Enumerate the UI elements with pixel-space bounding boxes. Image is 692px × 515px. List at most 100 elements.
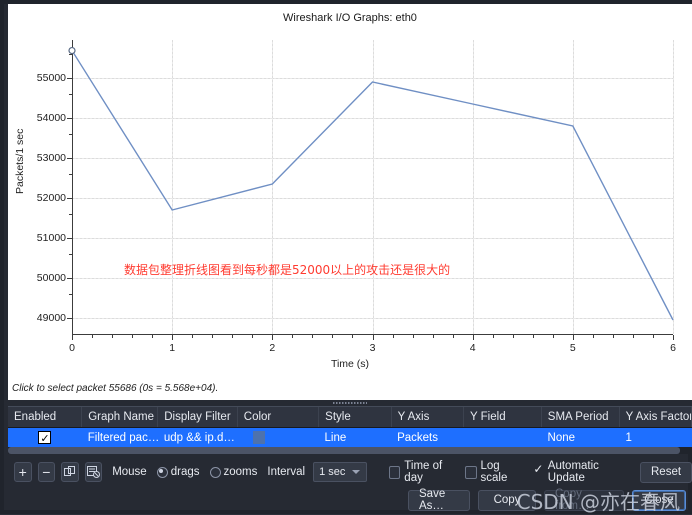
y-tick-label: 51000: [36, 232, 66, 244]
table-header-cell[interactable]: SMA Period: [542, 407, 620, 427]
x-tick-minor: [612, 335, 614, 338]
y-tick-label: 52000: [36, 192, 66, 204]
table-row[interactable]: Filtered pac…udp && ip.d… LinePackets None…: [8, 428, 692, 448]
automatic-update-label: Automatic Update: [547, 460, 599, 484]
interval-value: 1 sec: [319, 466, 346, 478]
chart-annotation: 数据包整理折线图看到每秒都是52000以上的攻击还是很大的: [124, 263, 451, 277]
checkbox-enabled-icon[interactable]: [38, 429, 52, 448]
cell-enabled[interactable]: [8, 428, 82, 448]
save-as-button[interactable]: Save As…: [408, 488, 470, 512]
log-scale-label: Log scale: [480, 460, 508, 484]
status-text: Click to select packet 55686 (0s = 5.568…: [12, 383, 219, 394]
grid-line-vertical: [572, 40, 574, 334]
x-tick: [472, 335, 474, 340]
time-of-day-checkbox[interactable]: Time of day: [388, 460, 455, 484]
x-tick-minor: [532, 335, 534, 338]
copy-button[interactable]: Copy: [478, 489, 536, 511]
table-header-cell[interactable]: Y Axis: [392, 407, 464, 427]
x-tick-minor: [152, 335, 154, 338]
checkbox-time-of-day-icon[interactable]: [388, 465, 401, 479]
x-tick-minor: [292, 335, 294, 338]
radio-drags-icon[interactable]: [156, 466, 168, 478]
duplicate-graph-icon[interactable]: [61, 462, 79, 482]
y-tick: [67, 318, 72, 319]
table-header-row: Enabled Graph Name Display Filter Color Styl…: [8, 406, 692, 428]
io-graphs-window: Wireshark I/O Graphs: eth0 49000 50000 510…: [0, 0, 692, 514]
table-header-cell[interactable]: Y Field: [464, 407, 542, 427]
color-swatch[interactable]: [253, 431, 266, 445]
y-tick-label: 55000: [36, 72, 66, 84]
x-tick-minor: [312, 335, 314, 338]
mouse-zooms-radio[interactable]: zooms: [200, 466, 257, 478]
x-tick-minor: [92, 335, 94, 338]
dialog-button-box: Save As… Copy Copy from… Close: [8, 486, 692, 514]
cell-sma-period[interactable]: None: [542, 428, 620, 448]
mouse-drags-radio[interactable]: drags: [147, 466, 200, 478]
x-tick-minor: [252, 335, 254, 338]
clear-graph-icon[interactable]: [84, 462, 103, 482]
remove-graph-button[interactable]: −: [37, 462, 56, 482]
cell-style[interactable]: Line: [319, 428, 392, 448]
table-horizontal-scrollbar[interactable]: [8, 447, 692, 454]
log-scale-checkbox[interactable]: Log scale: [465, 460, 522, 484]
table-header-cell[interactable]: Style: [319, 407, 392, 427]
x-tick: [372, 335, 374, 340]
time-of-day-label: Time of day: [404, 460, 443, 484]
automatic-update-checkbox[interactable]: Automatic Update: [532, 460, 626, 484]
table-header-cell[interactable]: Graph Name: [82, 407, 159, 427]
y-tick-minor: [69, 173, 72, 175]
x-tick-minor: [212, 335, 214, 338]
scrollbar-thumb[interactable]: [8, 447, 680, 454]
cell-color[interactable]: [238, 428, 319, 448]
radio-zooms-icon[interactable]: [209, 466, 221, 478]
x-tick-minor: [392, 335, 394, 338]
grid-line-vertical: [272, 40, 274, 334]
x-tick-minor: [412, 335, 414, 338]
x-tick-minor: [112, 335, 114, 338]
x-tick-minor: [192, 335, 194, 338]
y-axis-line: [72, 40, 73, 334]
y-tick-minor: [69, 253, 72, 255]
y-tick: [67, 278, 72, 279]
status-bar: Click to select packet 55686 (0s = 5.568…: [8, 380, 692, 400]
splitter-grip[interactable]: [333, 402, 367, 404]
table-header-cell[interactable]: Display Filter: [158, 407, 238, 427]
table-header-cell[interactable]: Color: [238, 407, 320, 427]
cell-y-axis[interactable]: Packets: [391, 428, 464, 448]
cell-y-axis-factor[interactable]: 1: [619, 428, 692, 448]
y-axis-title: Packets/1 sec: [14, 128, 26, 194]
mouse-label: Mouse: [112, 466, 147, 478]
y-tick: [67, 198, 72, 199]
y-tick-label: 49000: [36, 312, 66, 324]
checkbox-log-scale-icon[interactable]: [465, 465, 477, 479]
copy-from-button: Copy from…: [544, 488, 624, 512]
y-tick-label: 53000: [36, 152, 66, 164]
table-header-cell[interactable]: Y Axis Factor: [620, 407, 692, 427]
x-tick-label: 1: [169, 342, 176, 354]
y-tick-minor: [69, 213, 72, 215]
x-tick-minor: [452, 335, 454, 338]
close-button[interactable]: Close: [632, 489, 686, 511]
table-header-cell[interactable]: Enabled: [8, 407, 83, 427]
cell-display-filter[interactable]: udp && ip.d…: [158, 428, 238, 448]
chevron-down-icon[interactable]: [351, 470, 360, 474]
y-tick-label: 54000: [36, 112, 66, 124]
x-tick: [572, 335, 574, 340]
x-tick-minor: [492, 335, 494, 338]
interval-select[interactable]: 1 sec: [313, 462, 367, 482]
add-graph-button[interactable]: +: [14, 462, 32, 482]
x-tick-label: 4: [469, 342, 476, 354]
y-tick-minor: [69, 53, 72, 55]
x-tick-label: 2: [269, 342, 276, 354]
reset-button[interactable]: Reset: [640, 461, 692, 483]
x-tick-minor: [512, 335, 514, 338]
grid-line-vertical: [673, 40, 674, 334]
y-tick: [67, 78, 72, 79]
cell-graph-name[interactable]: Filtered pac…: [82, 428, 158, 448]
x-tick-minor: [132, 335, 134, 338]
checkbox-automatic-update-icon[interactable]: [532, 462, 543, 479]
y-tick-minor: [69, 93, 72, 95]
graph-table: Enabled Graph Name Display Filter Color Styl…: [8, 406, 692, 454]
plot-panel[interactable]: Wireshark I/O Graphs: eth0 49000 50000 510…: [8, 4, 692, 380]
x-tick-minor: [652, 335, 654, 338]
